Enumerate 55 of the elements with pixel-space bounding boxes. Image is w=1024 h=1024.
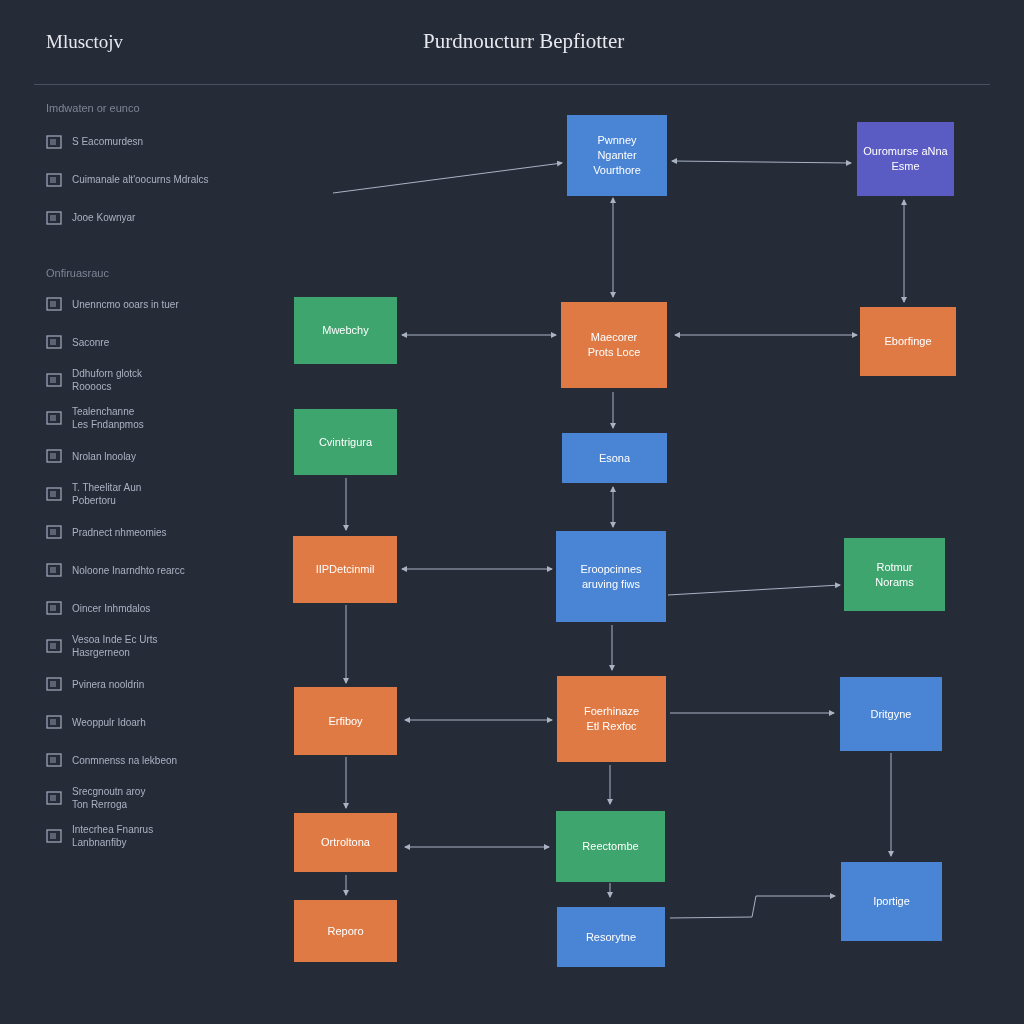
sidebar-item[interactable]: Oincer Inhmdalos — [46, 595, 286, 621]
diagram-node[interactable]: Eroopcinnes aruving fiws — [556, 531, 666, 622]
connector-arrow — [607, 882, 613, 898]
diagram-node[interactable]: Ouromurse aNna Esme — [857, 122, 954, 196]
connector-arrow — [609, 624, 615, 671]
window-icon — [46, 171, 62, 188]
sidebar-item[interactable]: Weoppulr Idoarh — [46, 709, 286, 735]
sidebar-item[interactable]: Vesoa Inde Ec Urts Hasrgerneon — [46, 633, 286, 659]
sidebar-item[interactable]: Tealenchanne Les Fndanpmos — [46, 405, 286, 431]
window-icon — [46, 676, 62, 692]
diagram-node[interactable]: Iportige — [841, 862, 942, 941]
connector-arrow — [610, 486, 616, 528]
sidebar-item[interactable]: Ddhuforn glotck Roooocs — [46, 367, 286, 393]
sidebar-item[interactable]: Pradnect nhmeomies — [46, 519, 286, 545]
sidebar-item[interactable]: Jooe Kownyar — [46, 204, 286, 231]
sidebar-item[interactable]: Saconre — [46, 329, 286, 355]
connector-arrow — [343, 874, 349, 896]
window-icon — [46, 296, 62, 312]
diagram-node[interactable]: Pwnney Nganter Vourthore — [567, 115, 667, 196]
section-heading: Imdwaten or eunco — [46, 101, 141, 116]
sidebar-item[interactable]: Conmnenss na lekbeon — [46, 747, 286, 773]
window-icon — [46, 486, 62, 502]
sidebar-item[interactable]: Pvinera nooldrin — [46, 671, 286, 697]
sidebar-item[interactable]: T. Theelitar Aun Pobertoru — [46, 481, 286, 507]
window-icon — [46, 133, 62, 150]
sidebar-item[interactable]: Noloone Inarndhto rearcc — [46, 557, 286, 583]
connector-arrow — [343, 477, 349, 531]
sidebar-item[interactable]: S Eacomurdesn — [46, 128, 286, 155]
sidebar-item[interactable]: Cuimanale alt'oocurns Mdralcs — [46, 166, 286, 193]
window-icon — [46, 372, 62, 388]
diagram-node[interactable]: Dritgyne — [840, 677, 942, 751]
window-icon — [46, 752, 62, 768]
app-title: Mlusctojv — [46, 29, 124, 54]
connector-arrow — [610, 391, 616, 429]
window-icon — [46, 410, 62, 426]
window-icon — [46, 334, 62, 350]
window-icon — [46, 524, 62, 540]
section-heading: Onfiruasrauc — [46, 265, 110, 281]
connector-arrow — [607, 764, 613, 805]
window-icon — [46, 638, 62, 654]
sidebar-item[interactable]: Unenncmo ooars in tuer — [46, 291, 286, 317]
sidebar-item[interactable]: Intecrhea Fnanrus Lanbnanfiby — [46, 823, 286, 849]
window-icon — [46, 209, 62, 226]
window-icon — [46, 828, 62, 844]
window-icon — [46, 714, 62, 730]
sidebar-item[interactable]: Srecgnoutn aroy Ton Rerroga — [46, 785, 286, 811]
window-icon — [46, 790, 62, 806]
sidebar-item[interactable]: Nrolan lnoolay — [46, 443, 286, 469]
connector-arrow — [343, 756, 349, 809]
window-icon — [46, 448, 62, 464]
window-icon — [46, 562, 62, 578]
diagram-node[interactable]: Resorytne — [557, 907, 665, 967]
window-title: Purdnoucturr Bepfiotter — [423, 28, 625, 56]
window-icon — [46, 600, 62, 616]
diagram-node[interactable]: Esona — [562, 433, 667, 483]
